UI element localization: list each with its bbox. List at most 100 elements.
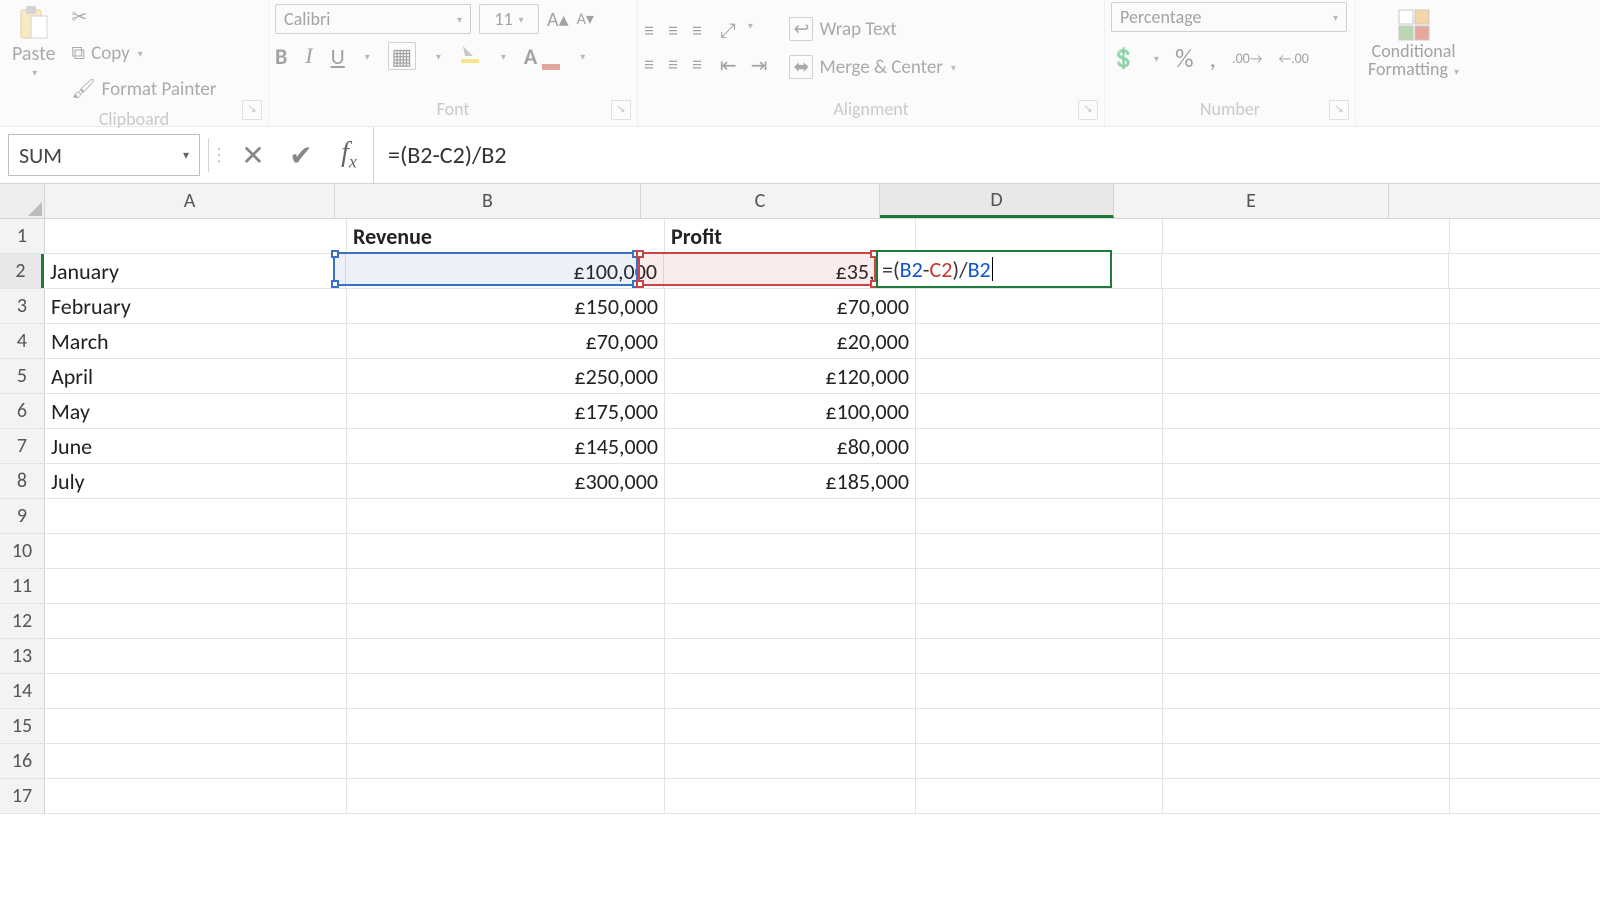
cell-month[interactable]: May [45,394,347,428]
font-name-select[interactable]: Calibri▾ [275,4,471,34]
percent-format-icon[interactable]: % [1175,42,1194,74]
cell-revenue[interactable]: £175,000 [347,394,665,428]
row-header[interactable]: 11 [0,569,45,603]
paste-button[interactable]: Paste ▾ [6,2,62,81]
cell-month[interactable] [45,604,347,638]
copy-button[interactable]: ⧉ Copy ▾ [68,38,221,68]
merge-center-button[interactable]: ⬌ Merge & Center ▾ [785,52,960,82]
select-all-button[interactable] [0,184,45,218]
accounting-format-icon[interactable]: 💲 [1111,46,1136,71]
row-header[interactable]: 8 [0,464,45,498]
row-header[interactable]: 2 [0,254,44,288]
comma-format-icon[interactable]: , [1210,42,1217,74]
cell-month[interactable] [45,779,347,813]
cell[interactable] [916,324,1163,358]
cell-revenue[interactable] [347,499,665,533]
cell[interactable] [916,289,1163,323]
cell-revenue[interactable] [347,779,665,813]
cell-month[interactable]: March [45,324,347,358]
cell-month[interactable] [45,534,347,568]
decrease-decimal-icon[interactable]: ←.00 [1278,50,1308,67]
number-format-select[interactable]: Percentage▾ [1111,2,1347,32]
cancel-formula-button[interactable]: ✕ [229,133,277,177]
cell[interactable] [1163,499,1450,533]
cell[interactable] [1163,534,1450,568]
column-header-B[interactable]: B [335,184,641,218]
cell-revenue[interactable]: £100,000 [346,254,664,288]
cell-revenue[interactable]: £145,000 [347,429,665,463]
cell-month[interactable] [45,639,347,673]
cell[interactable] [916,359,1163,393]
align-center-icon[interactable]: ≡ [668,53,678,77]
cell-profit[interactable]: £70,000 [665,289,916,323]
row-header[interactable]: 5 [0,359,45,393]
cell-revenue[interactable]: £150,000 [347,289,665,323]
cell[interactable] [916,394,1163,428]
align-right-icon[interactable]: ≡ [692,53,702,77]
chevron-down-icon[interactable]: ▾ [951,61,956,74]
cell-profit[interactable]: £185,000 [665,464,916,498]
underline-button[interactable]: U [331,43,345,70]
font-dialog-launcher-icon[interactable]: ⭨ [611,100,631,120]
bold-button[interactable]: B [275,43,287,70]
row-header[interactable]: 13 [0,639,45,673]
cell[interactable] [916,709,1163,743]
cell-revenue[interactable]: £250,000 [347,359,665,393]
cell[interactable] [916,639,1163,673]
cell[interactable] [916,429,1163,463]
cell[interactable] [916,534,1163,568]
cell-profit[interactable] [665,534,916,568]
cell-profit[interactable] [665,604,916,638]
cell[interactable] [916,219,1163,253]
enter-formula-button[interactable]: ✔ [277,133,325,177]
cell[interactable] [1163,604,1450,638]
cell[interactable] [1163,464,1450,498]
row-header[interactable]: 14 [0,674,45,708]
cell-revenue[interactable] [347,569,665,603]
cell-profit[interactable]: £100,000 [665,394,916,428]
row-header[interactable]: 15 [0,709,45,743]
orientation-icon[interactable]: ⤢ [720,19,736,43]
font-color-button[interactable]: A [524,43,560,70]
cell-profit[interactable]: £120,000 [665,359,916,393]
align-middle-icon[interactable]: ≡ [668,19,678,43]
column-header-D[interactable]: D [880,184,1114,218]
cell-revenue[interactable] [347,534,665,568]
cell-profit[interactable] [665,674,916,708]
cell[interactable] [916,499,1163,533]
name-box-expand-icon[interactable]: ⋮ [209,144,229,166]
clipboard-dialog-launcher-icon[interactable]: ⭨ [242,100,262,120]
increase-font-icon[interactable]: A▴ [547,7,569,32]
name-box[interactable]: SUM ▾ [8,134,200,176]
chevron-down-icon[interactable]: ▾ [32,66,37,79]
cut-button[interactable]: ✂ [68,2,221,32]
align-top-icon[interactable]: ≡ [644,19,654,43]
italic-button[interactable]: I [305,43,312,69]
decrease-font-icon[interactable]: A▾ [577,9,594,29]
borders-button[interactable]: ▦ [388,42,416,70]
cell[interactable] [916,674,1163,708]
cell-month[interactable] [45,709,347,743]
cell[interactable] [1163,569,1450,603]
formula-bar-input[interactable]: =(B2-C2)/B2 [373,127,1600,183]
cell[interactable] [1162,254,1449,288]
column-header-A[interactable]: A [45,184,335,218]
cell-profit[interactable] [665,499,916,533]
cell-revenue[interactable] [347,604,665,638]
cell[interactable] [1163,779,1450,813]
cell-profit[interactable] [665,709,916,743]
cell[interactable] [1163,744,1450,778]
cell[interactable] [1163,289,1450,323]
row-header[interactable]: 9 [0,499,45,533]
active-cell-editor[interactable]: =(B2-C2)/B2 [876,250,1112,288]
cell[interactable] [916,779,1163,813]
cell[interactable] [916,569,1163,603]
row-header[interactable]: 6 [0,394,45,428]
alignment-dialog-launcher-icon[interactable]: ⭨ [1078,100,1098,120]
cell-revenue[interactable]: £70,000 [347,324,665,358]
row-header[interactable]: 17 [0,779,45,813]
cell-revenue[interactable] [347,674,665,708]
row-header[interactable]: 16 [0,744,45,778]
cell[interactable] [1163,674,1450,708]
cell-revenue[interactable] [347,744,665,778]
